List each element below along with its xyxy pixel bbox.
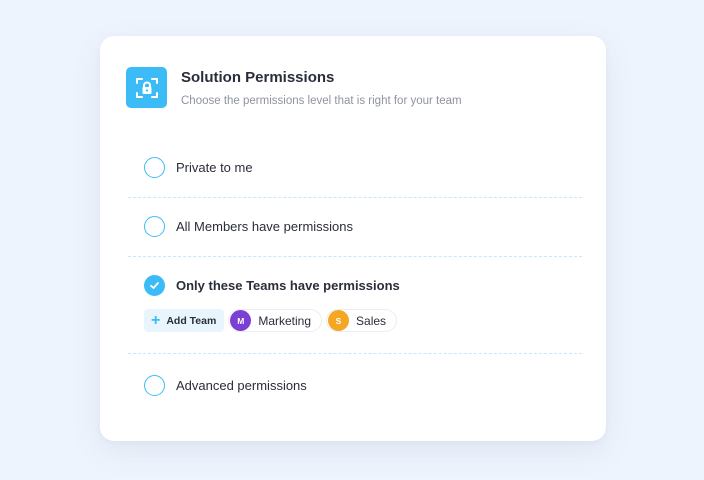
- avatar: S: [328, 310, 350, 331]
- radio-only-these-teams[interactable]: [144, 275, 165, 296]
- team-chips: + Add Team M Marketing S Sales: [144, 309, 398, 332]
- divider: [128, 256, 582, 257]
- option-all-members[interactable]: All Members have permissions: [144, 216, 353, 237]
- option-label: Only these Teams have permissions: [176, 278, 400, 293]
- add-team-button[interactable]: + Add Team: [144, 309, 225, 332]
- lock-scan-icon: [126, 67, 167, 108]
- radio-all-members[interactable]: [144, 216, 165, 237]
- option-advanced-permissions[interactable]: Advanced permissions: [144, 375, 307, 396]
- option-only-these-teams[interactable]: Only these Teams have permissions: [144, 275, 400, 296]
- divider: [128, 353, 582, 354]
- avatar: M: [230, 310, 252, 331]
- option-label: Private to me: [176, 160, 253, 175]
- option-label: All Members have permissions: [176, 219, 354, 234]
- radio-private-to-me[interactable]: [144, 157, 165, 178]
- team-chip-sales[interactable]: S Sales: [326, 309, 398, 332]
- option-private-to-me[interactable]: Private to me: [144, 157, 253, 178]
- team-chip-marketing[interactable]: M Marketing: [228, 309, 323, 332]
- team-name: Sales: [356, 313, 387, 328]
- add-team-label: Add Team: [166, 314, 217, 327]
- checkmark-icon: [150, 282, 159, 289]
- plus-icon: +: [151, 311, 161, 329]
- permissions-card: Solution Permissions Choose the permissi…: [100, 36, 606, 441]
- divider: [128, 197, 582, 198]
- option-label: Advanced permissions: [176, 378, 307, 393]
- team-name: Marketing: [258, 313, 312, 328]
- radio-advanced-permissions[interactable]: [144, 375, 165, 396]
- panel-title: Solution Permissions: [181, 69, 335, 86]
- panel-subtitle: Choose the permissions level that is rig…: [181, 95, 462, 107]
